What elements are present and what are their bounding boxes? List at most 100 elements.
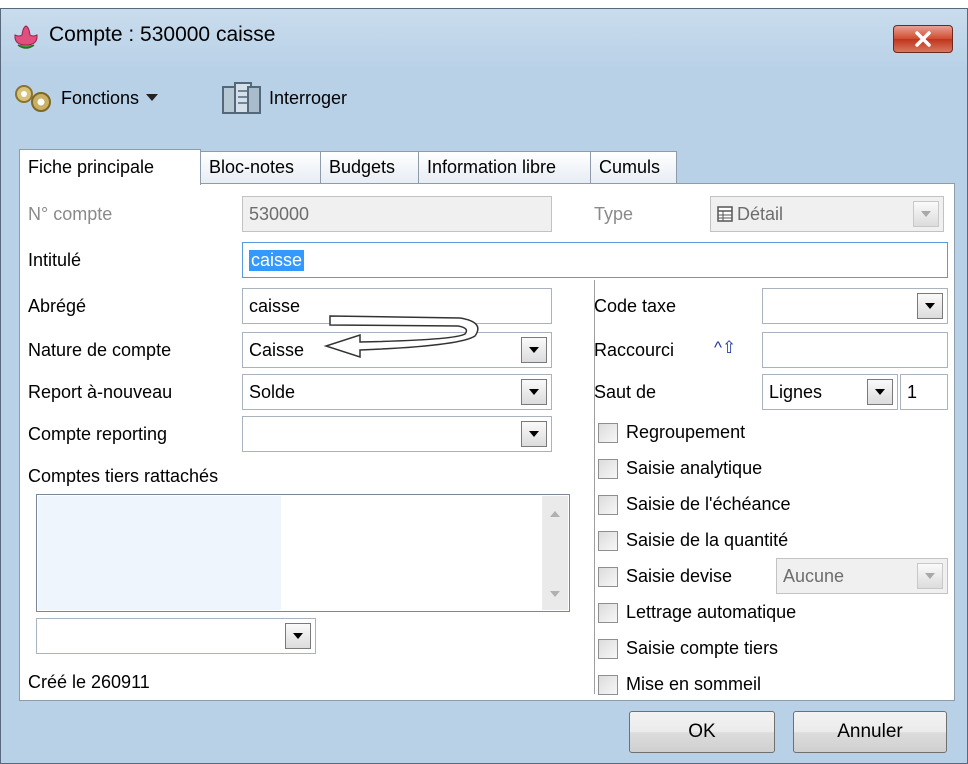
title-bar: Compte : 530000 caisse — [1, 9, 967, 65]
chevron-down-icon — [925, 573, 935, 579]
checkbox-label: Regroupement — [626, 422, 746, 442]
interroger-button[interactable]: Interroger — [221, 79, 347, 117]
saut-count-field[interactable]: 1 — [900, 374, 948, 410]
intitule-field[interactable]: caisse — [242, 242, 948, 278]
checkbox-box[interactable] — [598, 674, 618, 695]
checkbox-box[interactable] — [598, 458, 618, 479]
tiers-label: Comptes tiers rattachés — [28, 466, 219, 486]
chevron-down-icon — [293, 633, 303, 639]
listbox-scrollbar[interactable] — [542, 496, 568, 610]
checkbox-lettrage-automatique[interactable]: Lettrage automatique — [598, 602, 796, 623]
report-value: Solde — [249, 381, 296, 402]
checkbox-saisie-quantite[interactable]: Saisie de la quantité — [598, 530, 788, 551]
checkbox-box[interactable] — [598, 494, 618, 515]
checkbox-label: Saisie devise — [626, 566, 733, 586]
caret-down-icon — [146, 94, 159, 101]
reporting-label: Compte reporting — [28, 424, 168, 444]
fiche-principale-panel: N° compte 530000 Type Détail Intitulé ca… — [19, 183, 955, 701]
tiers-select[interactable] — [36, 618, 316, 654]
checkbox-box[interactable] — [598, 422, 618, 443]
nature-dropdown-button[interactable] — [521, 337, 547, 363]
numero-label: N° compte — [28, 204, 113, 224]
intitule-value: caisse — [249, 249, 305, 271]
type-dropdown-button — [913, 201, 939, 227]
cancel-label: Annuler — [837, 721, 903, 742]
annotation-arrow — [323, 315, 479, 359]
reporting-select[interactable] — [242, 416, 552, 452]
code-taxe-select[interactable] — [762, 288, 948, 324]
code-taxe-label: Code taxe — [594, 296, 677, 316]
abrege-value: caisse — [249, 295, 301, 316]
chevron-down-icon — [529, 347, 539, 353]
reporting-dropdown-button[interactable] — [521, 421, 547, 447]
code-taxe-dropdown-button[interactable] — [917, 293, 943, 319]
checkbox-label: Saisie de la quantité — [626, 530, 789, 550]
checkbox-label: Lettrage automatique — [626, 602, 797, 622]
chevron-down-icon — [921, 211, 931, 217]
tiers-dropdown-button[interactable] — [285, 623, 311, 649]
close-icon — [915, 31, 931, 47]
tab-information-libre[interactable]: Information libre — [419, 151, 591, 183]
account-dialog: Compte : 530000 caisse Fonctions Interro… — [0, 8, 968, 764]
type-select: Détail — [710, 196, 944, 232]
saut-label: Saut de — [594, 382, 657, 402]
tiers-listbox[interactable] — [36, 494, 570, 612]
tab-cumuls[interactable]: Cumuls — [591, 151, 677, 183]
cancel-button[interactable]: Annuler — [793, 711, 947, 753]
raccourci-field[interactable] — [762, 332, 948, 368]
devise-select: Aucune — [776, 558, 948, 594]
close-button[interactable] — [893, 25, 953, 53]
fonctions-menu[interactable]: Fonctions — [11, 83, 159, 113]
checkbox-regroupement[interactable]: Regroupement — [598, 422, 745, 443]
checkbox-label: Saisie de l'échéance — [626, 494, 791, 514]
tab-label: Information libre — [427, 157, 557, 177]
interroger-label: Interroger — [269, 87, 348, 108]
tab-fiche-principale[interactable]: Fiche principale — [19, 149, 201, 185]
saut-dropdown-button[interactable] — [867, 379, 893, 405]
type-label: Type — [594, 204, 634, 224]
checkbox-label: Saisie analytique — [626, 458, 763, 478]
checkbox-saisie-analytique[interactable]: Saisie analytique — [598, 458, 762, 479]
checkbox-saisie-compte-tiers[interactable]: Saisie compte tiers — [598, 638, 778, 659]
window-title: Compte : 530000 caisse — [49, 23, 276, 46]
saut-count-value: 1 — [907, 381, 918, 402]
nature-value: Caisse — [249, 339, 305, 360]
detail-icon — [717, 206, 733, 222]
chevron-down-icon — [529, 431, 539, 437]
fonctions-label: Fonctions — [61, 87, 140, 108]
database-binoculars-icon — [222, 82, 261, 114]
raccourci-label: Raccourci — [594, 340, 675, 360]
keyboard-shortcut-icon: ^⇧ — [714, 338, 737, 357]
numero-value: 530000 — [249, 203, 310, 224]
checkbox-label: Mise en sommeil — [626, 674, 762, 694]
checkbox-box[interactable] — [598, 530, 618, 551]
nature-label: Nature de compte — [28, 340, 172, 360]
scroll-down-icon[interactable] — [549, 590, 561, 598]
devise-dropdown-button — [917, 563, 943, 589]
report-label: Report à-nouveau — [28, 382, 173, 402]
tab-bloc-notes[interactable]: Bloc-notes — [201, 151, 321, 183]
saut-unit-select[interactable]: Lignes — [762, 374, 898, 410]
checkbox-mise-en-sommeil[interactable]: Mise en sommeil — [598, 674, 761, 695]
tab-strip: Fiche principale Bloc-notes Budgets Info… — [19, 149, 677, 185]
created-date: Créé le 260911 — [28, 672, 150, 692]
checkbox-saisie-echeance[interactable]: Saisie de l'échéance — [598, 494, 791, 515]
tab-budgets[interactable]: Budgets — [321, 151, 419, 183]
listbox-content — [38, 496, 281, 610]
report-dropdown-button[interactable] — [521, 379, 547, 405]
numero-field: 530000 — [242, 196, 552, 232]
toolbar: Fonctions Interroger — [1, 69, 967, 127]
scroll-up-icon[interactable] — [549, 510, 561, 518]
checkbox-box[interactable] — [598, 566, 618, 587]
checkbox-label: Saisie compte tiers — [626, 638, 779, 658]
abrege-label: Abrégé — [28, 296, 87, 316]
intitule-label: Intitulé — [28, 250, 82, 270]
checkbox-box[interactable] — [598, 638, 618, 659]
tab-label: Cumuls — [599, 157, 661, 177]
checkbox-box[interactable] — [598, 602, 618, 623]
chevron-down-icon — [529, 389, 539, 395]
report-select[interactable]: Solde — [242, 374, 552, 410]
app-flower-icon — [14, 25, 38, 49]
ok-button[interactable]: OK — [629, 711, 775, 753]
checkbox-saisie-devise[interactable]: Saisie devise — [598, 566, 732, 587]
